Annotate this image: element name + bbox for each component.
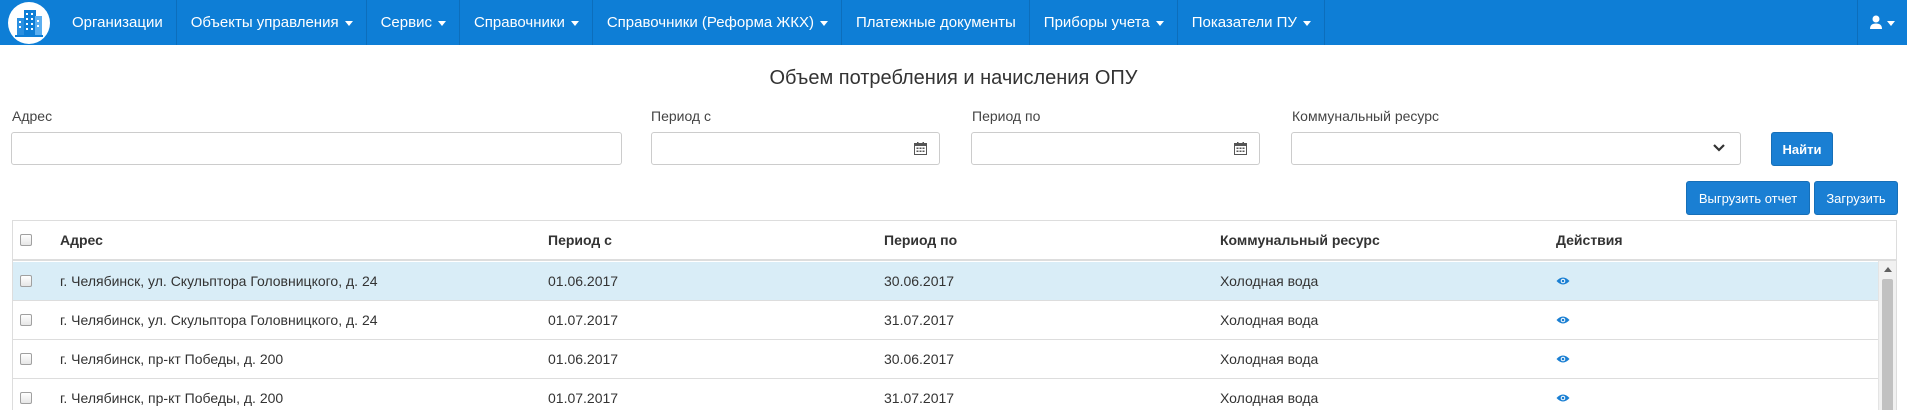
caret-down-icon bbox=[1887, 21, 1895, 26]
eye-icon bbox=[1556, 277, 1570, 285]
nav-label: Справочники (Реформа ЖКХ) bbox=[606, 14, 814, 31]
calendar-icon bbox=[1234, 142, 1247, 155]
nav-organizations[interactable]: Организации bbox=[58, 0, 177, 45]
table-row[interactable]: г. Челябинск, пр-кт Победы, д. 200 01.06… bbox=[13, 340, 1879, 379]
eye-icon bbox=[1556, 316, 1570, 324]
row-checkbox[interactable] bbox=[20, 275, 32, 287]
resource-select[interactable] bbox=[1291, 132, 1741, 165]
nav-label: Справочники bbox=[473, 14, 565, 31]
eye-icon bbox=[1556, 355, 1570, 363]
resource-label: Коммунальный ресурс bbox=[1292, 108, 1440, 124]
row-period-from: 01.06.2017 bbox=[548, 273, 619, 289]
row-period-to: 31.07.2017 bbox=[884, 390, 955, 406]
row-address: г. Челябинск, ул. Скульптора Головницког… bbox=[60, 312, 378, 328]
nav-label: Платежные документы bbox=[856, 14, 1016, 31]
row-checkbox[interactable] bbox=[20, 353, 32, 365]
scrollbar-thumb[interactable] bbox=[1882, 279, 1893, 410]
top-navbar: Организации Объекты управления Сервис Сп… bbox=[0, 0, 1907, 45]
address-label: Адрес bbox=[12, 108, 53, 124]
view-button[interactable] bbox=[1556, 301, 1570, 339]
period-to-label: Период по bbox=[972, 108, 1041, 124]
view-button[interactable] bbox=[1556, 262, 1570, 300]
period-to-calendar-button[interactable] bbox=[1222, 132, 1260, 165]
nav-meter-readings[interactable]: Показатели ПУ bbox=[1178, 0, 1325, 45]
row-period-to: 30.06.2017 bbox=[884, 273, 955, 289]
column-header-period-from[interactable]: Период с bbox=[548, 221, 612, 259]
row-resource: Холодная вода bbox=[1220, 390, 1319, 406]
row-period-from: 01.07.2017 bbox=[548, 390, 619, 406]
caret-down-icon bbox=[570, 21, 579, 26]
user-menu[interactable] bbox=[1857, 0, 1907, 45]
row-checkbox[interactable] bbox=[20, 392, 32, 404]
nav-service[interactable]: Сервис bbox=[367, 0, 460, 45]
caret-down-icon bbox=[1302, 21, 1311, 26]
nav-dictionaries[interactable]: Справочники bbox=[460, 0, 593, 45]
chevron-down-icon bbox=[1713, 144, 1725, 152]
table-row[interactable]: г. Челябинск, ул. Скульптора Головницког… bbox=[13, 262, 1879, 301]
user-icon bbox=[1870, 15, 1882, 29]
caret-down-icon bbox=[344, 21, 353, 26]
nav-label: Организации bbox=[72, 14, 163, 31]
nav-dictionaries-reform[interactable]: Справочники (Реформа ЖКХ) bbox=[593, 0, 842, 45]
row-period-to: 30.06.2017 bbox=[884, 351, 955, 367]
column-header-address[interactable]: Адрес bbox=[60, 221, 103, 259]
caret-down-icon bbox=[820, 21, 828, 26]
export-report-button[interactable]: Выгрузить отчет bbox=[1686, 181, 1810, 215]
period-from-input[interactable] bbox=[651, 132, 903, 165]
nav-label: Приборы учета bbox=[1043, 14, 1150, 31]
caret-down-icon bbox=[1155, 21, 1164, 26]
results-table: Адрес Период с Период по Коммунальный ре… bbox=[12, 220, 1897, 410]
table-scrollbar[interactable] bbox=[1878, 261, 1896, 410]
row-period-to: 31.07.2017 bbox=[884, 312, 955, 328]
column-header-actions: Действия bbox=[1556, 232, 1623, 248]
period-to-input[interactable] bbox=[971, 132, 1223, 165]
view-button[interactable] bbox=[1556, 340, 1570, 378]
page-title: Объем потребления и начисления ОПУ bbox=[769, 67, 1138, 89]
column-header-period-to[interactable]: Период по bbox=[884, 221, 957, 259]
scroll-up-arrow-icon[interactable] bbox=[1884, 267, 1892, 272]
calendar-icon bbox=[914, 142, 927, 155]
find-button[interactable]: Найти bbox=[1771, 132, 1833, 166]
eye-icon bbox=[1556, 394, 1570, 402]
table-row[interactable]: г. Челябинск, пр-кт Победы, д. 200 01.07… bbox=[13, 379, 1879, 410]
logo[interactable] bbox=[0, 0, 58, 45]
table-row[interactable]: г. Челябинск, ул. Скульптора Головницког… bbox=[13, 301, 1879, 340]
nav-management-objects[interactable]: Объекты управления bbox=[177, 0, 367, 45]
upload-button[interactable]: Загрузить bbox=[1814, 181, 1898, 215]
nav-payment-documents[interactable]: Платежные документы bbox=[842, 0, 1030, 45]
row-period-from: 01.06.2017 bbox=[548, 351, 619, 367]
nav-label: Сервис bbox=[380, 14, 432, 31]
table-header: Адрес Период с Период по Коммунальный ре… bbox=[13, 221, 1896, 261]
row-address: г. Челябинск, пр-кт Победы, д. 200 bbox=[60, 390, 284, 406]
row-address: г. Челябинск, пр-кт Победы, д. 200 bbox=[60, 351, 284, 367]
address-input[interactable] bbox=[11, 132, 622, 165]
row-checkbox[interactable] bbox=[20, 314, 32, 326]
period-from-calendar-button[interactable] bbox=[902, 132, 940, 165]
column-header-resource[interactable]: Коммунальный ресурс bbox=[1220, 221, 1380, 259]
nav-meters[interactable]: Приборы учета bbox=[1030, 0, 1178, 45]
row-period-from: 01.07.2017 bbox=[548, 312, 619, 328]
row-resource: Холодная вода bbox=[1220, 312, 1319, 328]
caret-down-icon bbox=[437, 21, 446, 26]
row-resource: Холодная вода bbox=[1220, 351, 1319, 367]
row-address: г. Челябинск, ул. Скульптора Головницког… bbox=[60, 273, 378, 289]
view-button[interactable] bbox=[1556, 379, 1570, 410]
row-resource: Холодная вода bbox=[1220, 273, 1319, 289]
nav-label: Показатели ПУ bbox=[1191, 14, 1297, 31]
select-all-checkbox[interactable] bbox=[20, 234, 32, 246]
building-logo-icon bbox=[8, 1, 50, 44]
period-from-label: Период с bbox=[651, 108, 711, 124]
nav-label: Объекты управления bbox=[190, 14, 339, 31]
